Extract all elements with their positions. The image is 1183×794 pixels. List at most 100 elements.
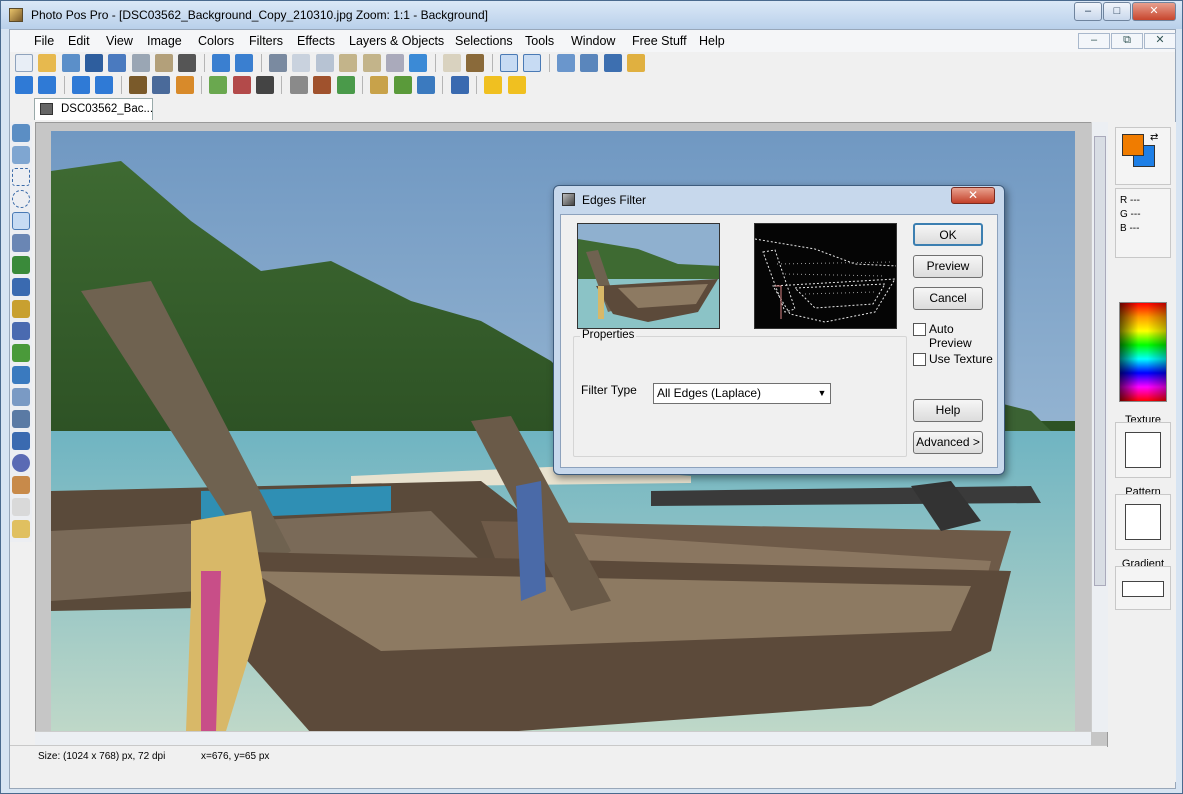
copy-icon[interactable]	[292, 54, 311, 72]
use-texture-checkbox[interactable]	[913, 353, 926, 366]
browse-icon[interactable]	[61, 54, 80, 72]
red-eye-icon[interactable]	[256, 76, 275, 94]
paste-layer-icon[interactable]	[385, 54, 404, 72]
retouch-tool-icon[interactable]	[12, 344, 30, 362]
open-folder-icon[interactable]	[38, 54, 57, 72]
levels-icon[interactable]	[209, 76, 228, 94]
brightness-icon[interactable]	[129, 76, 148, 94]
navigator-icon[interactable]	[580, 54, 599, 72]
undo-icon[interactable]	[212, 54, 231, 72]
document-tab[interactable]: DSC03562_Bac...	[34, 98, 153, 120]
copy-merged-icon[interactable]	[315, 54, 334, 72]
mdi-restore-button[interactable]: ⧉	[1111, 33, 1143, 49]
grid-icon[interactable]	[556, 54, 575, 72]
eraser-tool-icon[interactable]	[12, 498, 30, 516]
advanced-button[interactable]: Advanced >	[913, 431, 983, 454]
crop-tool-icon[interactable]	[12, 234, 30, 252]
layers-icon[interactable]	[523, 54, 542, 72]
vertical-scroll-thumb[interactable]	[1094, 136, 1106, 586]
camera-icon[interactable]	[178, 54, 197, 72]
canvas-size-icon[interactable]	[466, 54, 485, 72]
sepia-icon[interactable]	[313, 76, 332, 94]
contrast-icon[interactable]	[152, 76, 171, 94]
close-button[interactable]: ✕	[1132, 2, 1176, 21]
menu-colors[interactable]: Colors	[198, 34, 234, 48]
menu-edit[interactable]: Edit	[68, 34, 90, 48]
menu-selections[interactable]: Selections	[455, 34, 513, 48]
diamond-icon[interactable]	[450, 76, 469, 94]
save-icon[interactable]	[85, 54, 104, 72]
preview-button[interactable]: Preview	[913, 255, 983, 278]
airbrush-tool-icon[interactable]	[12, 300, 30, 318]
shape-tool-icon[interactable]	[12, 454, 30, 472]
menu-effects[interactable]: Effects	[297, 34, 335, 48]
gradient-swatch[interactable]	[1122, 581, 1164, 597]
frame-icon[interactable]	[370, 76, 389, 94]
sharpen-icon[interactable]	[336, 76, 355, 94]
rotate-left-icon[interactable]	[15, 76, 33, 94]
color-balance-icon[interactable]	[175, 76, 194, 94]
cut-icon[interactable]	[269, 54, 288, 72]
minimize-button[interactable]: –	[1074, 2, 1102, 21]
vertical-scrollbar[interactable]	[1091, 122, 1108, 732]
maximize-button[interactable]: □	[1103, 2, 1131, 21]
brush-tool-icon[interactable]	[12, 278, 30, 296]
mdi-minimize-button[interactable]: –	[1078, 33, 1110, 49]
menu-layers-objects[interactable]: Layers & Objects	[349, 34, 444, 48]
effect-icon[interactable]	[393, 76, 412, 94]
tools-icon[interactable]	[499, 54, 518, 72]
curves-icon[interactable]	[232, 76, 251, 94]
flip-horizontal-icon[interactable]	[72, 76, 91, 94]
texture-swatch[interactable]	[1125, 432, 1161, 468]
menu-view[interactable]: View	[106, 34, 133, 48]
menu-help[interactable]: Help	[699, 34, 725, 48]
menu-tools[interactable]: Tools	[525, 34, 554, 48]
foreground-color-swatch[interactable]	[1122, 134, 1144, 156]
swap-colors-icon[interactable]: ⇄	[1150, 132, 1158, 143]
grayscale-icon[interactable]	[289, 76, 308, 94]
magic-eraser-icon[interactable]	[12, 520, 30, 538]
menu-file[interactable]: File	[34, 34, 54, 48]
dialog-close-button[interactable]: ✕	[951, 187, 995, 204]
text-tool-icon[interactable]	[12, 432, 30, 450]
magic-wand-icon[interactable]	[12, 212, 30, 230]
menu-image[interactable]: Image	[147, 34, 182, 48]
rect-select-icon[interactable]	[12, 168, 30, 186]
pencil-tool-icon[interactable]	[12, 256, 30, 274]
menu-filters[interactable]: Filters	[249, 34, 283, 48]
filter-type-select[interactable]: All Edges (Laplace) ▼	[653, 383, 831, 404]
new-file-icon[interactable]	[15, 54, 33, 72]
lasso-select-icon[interactable]	[12, 190, 30, 208]
ok-button[interactable]: OK	[913, 223, 983, 246]
mdi-close-button[interactable]: ✕	[1144, 33, 1176, 49]
zoom-tool-icon[interactable]	[12, 146, 30, 164]
move-tool-icon[interactable]	[12, 124, 30, 142]
image-size-icon[interactable]	[442, 54, 461, 72]
redo-icon[interactable]	[235, 54, 254, 72]
clone-tool-icon[interactable]	[12, 322, 30, 340]
fill-tool-icon[interactable]	[12, 410, 30, 428]
smudge-tool-icon[interactable]	[12, 476, 30, 494]
scan-icon[interactable]	[155, 54, 174, 72]
window-icon[interactable]	[603, 54, 622, 72]
color-spectrum[interactable]	[1119, 302, 1167, 402]
cancel-button[interactable]: Cancel	[913, 287, 983, 310]
menu-window[interactable]: Window	[571, 34, 615, 48]
menu-free-stuff[interactable]: Free Stuff	[632, 34, 687, 48]
auto-preview-checkbox[interactable]	[913, 323, 926, 336]
help-button[interactable]: Help	[913, 399, 983, 422]
print-icon[interactable]	[131, 54, 150, 72]
save-all-icon[interactable]	[108, 54, 127, 72]
pattern-swatch[interactable]	[1125, 504, 1161, 540]
star-icon[interactable]	[507, 76, 526, 94]
lightning-icon[interactable]	[484, 76, 503, 94]
flip-vertical-icon[interactable]	[95, 76, 114, 94]
paste-icon[interactable]	[339, 54, 358, 72]
color-picker-icon[interactable]	[12, 388, 30, 406]
gradient-tool-icon[interactable]	[12, 366, 30, 384]
rotate-right-icon[interactable]	[38, 76, 57, 94]
landscape-icon[interactable]	[416, 76, 435, 94]
screen-capture-icon[interactable]	[409, 54, 428, 72]
ruler-icon[interactable]	[626, 54, 645, 72]
paste-new-icon[interactable]	[362, 54, 381, 72]
